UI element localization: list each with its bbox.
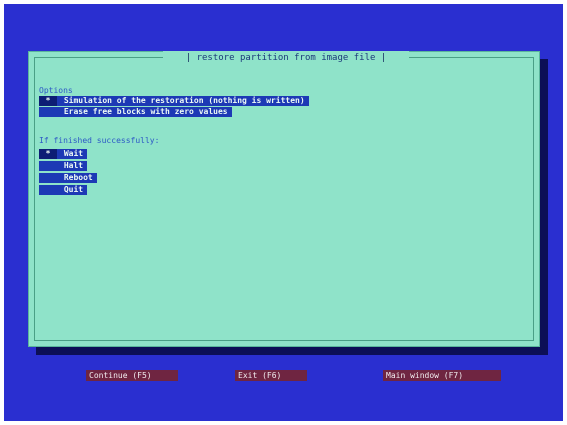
restore-dialog: | restore partition from image file | Op… (28, 51, 540, 381)
finish-reboot[interactable]: Reboot (39, 173, 97, 183)
finish-quit-label: Quit (63, 185, 84, 194)
finish-quit[interactable]: Quit (39, 185, 88, 195)
finish-heading: If finished successfully: (39, 136, 160, 145)
dialog-shadow-bottom (36, 347, 548, 355)
finish-halt-label: Halt (63, 161, 84, 170)
main-window-button[interactable]: Main window (F7) (383, 370, 501, 381)
option-simulation-indicator[interactable]: * (39, 96, 57, 106)
finish-reboot-label: Reboot (63, 173, 93, 182)
finish-halt[interactable]: Halt (39, 161, 88, 171)
option-erase-free-blocks-label: Erase free blocks with zero values (63, 107, 228, 116)
option-erase-free-blocks[interactable]: Erase free blocks with zero values (39, 107, 232, 117)
screen-background: | restore partition from image file | Op… (4, 4, 563, 421)
options-heading: Options (39, 86, 73, 95)
dialog-shadow-right (540, 59, 548, 355)
exit-button[interactable]: Exit (F6) (235, 370, 307, 381)
dialog-title: | restore partition from image file | (163, 51, 409, 65)
dialog-title-text: restore partition from image file (196, 53, 376, 63)
option-simulation-label: Simulation of the restoration (nothing i… (63, 96, 305, 105)
option-simulation[interactable]: * Simulation of the restoration (nothing… (39, 96, 309, 106)
continue-button[interactable]: Continue (F5) (86, 370, 178, 381)
finish-wait[interactable]: * Wait (39, 149, 88, 159)
title-left-bracket: | (185, 53, 192, 63)
finish-wait-label: Wait (63, 149, 84, 158)
title-right-bracket: | (380, 53, 387, 63)
finish-wait-indicator[interactable]: * (39, 149, 57, 159)
